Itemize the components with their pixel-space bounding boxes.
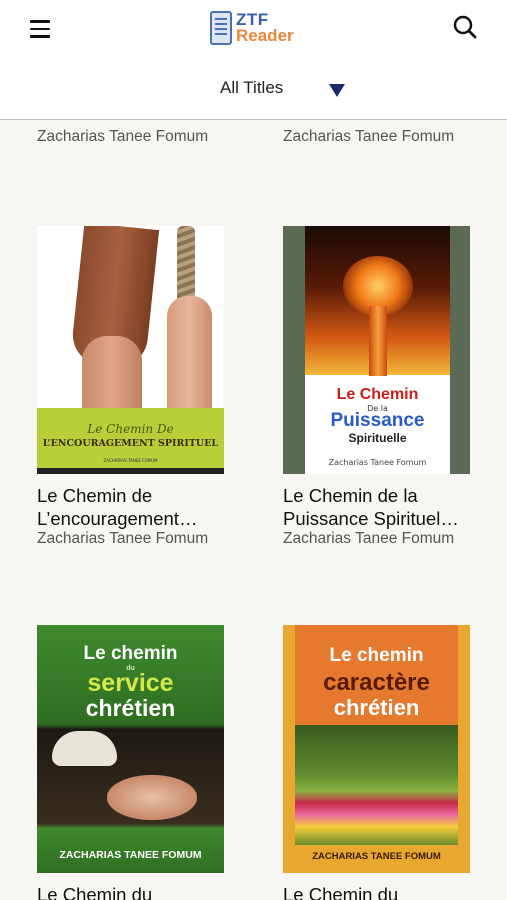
app-bar: ZTF Reader All Titles — [0, 0, 507, 120]
book-author: Zacharias Tanee Fomum — [283, 530, 455, 547]
book-card[interactable]: Le chemin du service chrétien ZACHARIAS … — [37, 625, 237, 900]
book-title-line2: Puissance Spirituel… — [283, 508, 459, 529]
cover-author: ZACHARIAS TANEE FOMUM — [103, 458, 158, 463]
cover-author: Zacharias Tanee Fomum — [328, 458, 427, 467]
filter-label: All Titles — [220, 78, 284, 97]
book-title-line1: Le Chemin de — [37, 485, 153, 506]
logo-text-reader: Reader — [236, 26, 294, 45]
hamburger-menu-icon[interactable] — [30, 15, 58, 43]
book-title-line1: Le Chemin de la — [283, 485, 418, 506]
cover-author: ZACHARIAS TANEE FOMUM — [59, 849, 202, 861]
cover-line: service — [87, 669, 174, 697]
cover-script: Le Chemin De — [87, 422, 174, 436]
book-cover[interactable]: Le chemin caractère chrétien ZACHARIAS T… — [283, 625, 470, 873]
cover-line: chrétien — [333, 695, 420, 720]
cover-line: Puissance — [330, 410, 425, 431]
cover-line: chrétien — [85, 695, 176, 721]
book-card[interactable]: Zacharias Tanee Fomum — [283, 128, 483, 146]
book-cover[interactable]: Le Chemin De la Puissance Spirituelle Za… — [283, 226, 470, 474]
book-author: Zacharias Tanee Fomum — [37, 530, 209, 547]
cover-line: Le chemin — [329, 645, 424, 666]
search-icon[interactable] — [450, 12, 480, 42]
app-logo: ZTF Reader — [210, 8, 294, 48]
book-title-line1: Le Chemin du — [283, 884, 399, 900]
phone-book-icon — [210, 11, 232, 45]
book-cover[interactable]: Le chemin du service chrétien ZACHARIAS … — [37, 625, 224, 873]
title-filter-dropdown[interactable]: All Titles — [0, 70, 507, 110]
cover-author: ZACHARIAS TANEE FOMUM — [312, 851, 441, 862]
cover-line: Spirituelle — [348, 431, 407, 445]
cover-title: L’ENCOURAGEMENT SPIRITUEL — [42, 438, 219, 449]
cover-line: Le Chemin — [336, 386, 419, 403]
cover-line: Le chemin — [83, 643, 178, 664]
book-card[interactable]: Le chemin caractère chrétien ZACHARIAS T… — [283, 625, 483, 900]
book-card[interactable]: Le Chemin De la Puissance Spirituelle Za… — [283, 226, 483, 548]
book-card[interactable]: Le Chemin De L’ENCOURAGEMENT SPIRITUEL Z… — [37, 226, 237, 548]
book-author: Zacharias Tanee Fomum — [283, 128, 455, 145]
book-title-line2: L’encouragement… — [37, 508, 198, 529]
book-grid: Zacharias Tanee Fomum Zacharias Tanee Fo… — [0, 120, 507, 900]
book-title-line1: Le Chemin du — [37, 884, 153, 900]
book-author: Zacharias Tanee Fomum — [37, 128, 209, 145]
dropdown-caret-icon — [329, 84, 345, 97]
book-card[interactable]: Zacharias Tanee Fomum — [37, 128, 237, 146]
cover-line: caractère — [323, 669, 430, 696]
book-cover[interactable]: Le Chemin De L’ENCOURAGEMENT SPIRITUEL Z… — [37, 226, 224, 474]
